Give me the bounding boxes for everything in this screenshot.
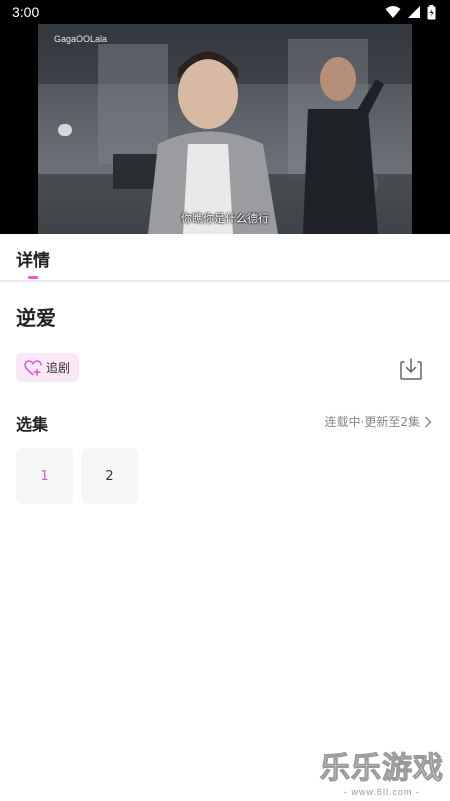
- status-time: 3:00: [12, 4, 40, 20]
- tab-active-indicator: [28, 276, 38, 279]
- battery-icon: [427, 4, 436, 19]
- follow-label: 追剧: [46, 361, 71, 375]
- episodes-heading: 选集: [16, 415, 49, 434]
- heart-plus-icon: [24, 359, 42, 376]
- signal-icon: [408, 6, 420, 18]
- update-status-text: 连载中·更新至2集: [324, 415, 420, 429]
- site-watermark-url: - www.6ll.com -: [343, 787, 420, 797]
- episode-item[interactable]: 2: [81, 448, 138, 504]
- tab-bar: 详情: [0, 234, 450, 281]
- update-status-link[interactable]: 连载中·更新至2集: [325, 413, 432, 430]
- status-bar: 3:00: [0, 0, 450, 24]
- download-icon[interactable]: [398, 356, 424, 382]
- chevron-right-icon: [425, 416, 432, 427]
- site-watermark-main: 乐乐游戏: [320, 751, 444, 787]
- video-scene: [38, 24, 412, 234]
- video-frame[interactable]: GagaOOLala 你瞧你是什么德行: [38, 24, 412, 234]
- wifi-icon: [385, 6, 401, 18]
- episode-list: 1 2: [16, 448, 138, 504]
- video-watermark: GagaOOLala: [54, 34, 108, 44]
- site-watermark: 乐乐游戏 - www.6ll.com -: [320, 743, 444, 798]
- video-subtitle: 你瞧你是什么德行: [181, 212, 269, 225]
- drama-title: 逆爱: [16, 306, 56, 330]
- video-player[interactable]: GagaOOLala 你瞧你是什么德行: [0, 24, 450, 234]
- episode-item[interactable]: 1: [16, 448, 73, 504]
- follow-button[interactable]: 追剧: [16, 353, 80, 382]
- tab-details[interactable]: 详情: [16, 246, 50, 271]
- status-icons: [385, 4, 436, 20]
